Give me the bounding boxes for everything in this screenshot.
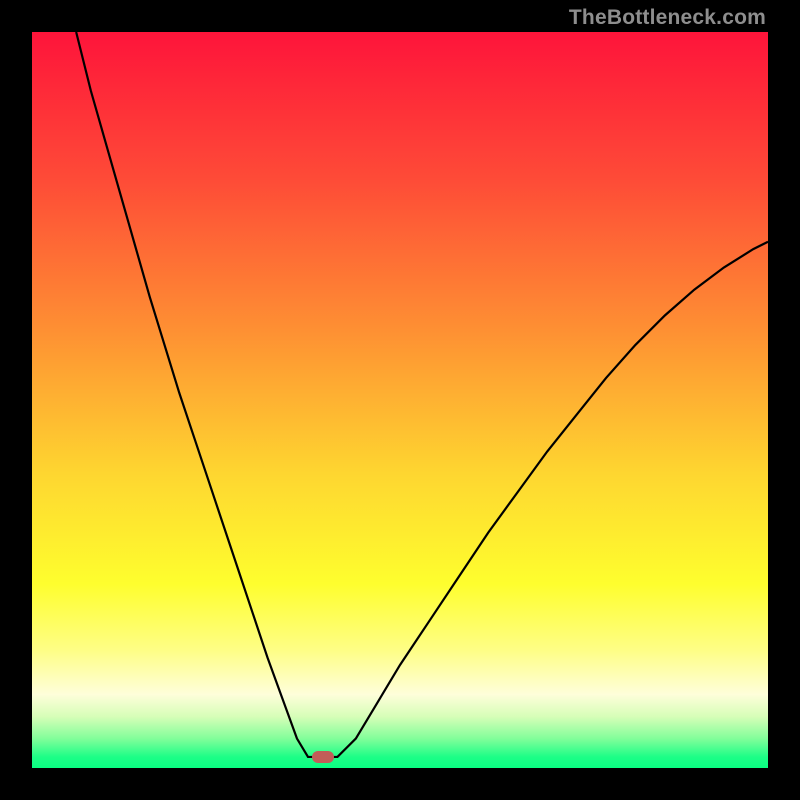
watermark-text: TheBottleneck.com [569, 6, 766, 30]
optimum-marker [312, 751, 334, 763]
plot-area [32, 32, 768, 768]
bottleneck-curve [32, 32, 768, 768]
outer-frame: TheBottleneck.com [0, 0, 800, 800]
